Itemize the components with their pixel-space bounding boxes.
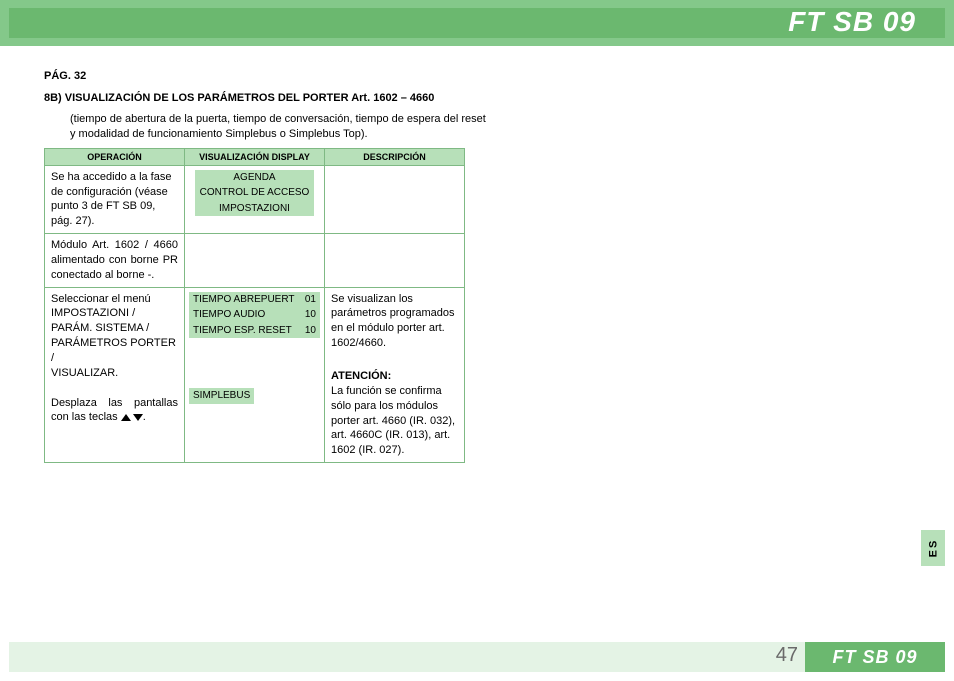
display-value: 10 [305,308,316,322]
display-row: TIEMPO ESP. RESET 10 [189,323,320,339]
desc-main: Se visualizan los parámetros programados… [331,293,455,350]
triangle-down-icon [133,414,143,421]
display-line: AGENDA [195,170,314,186]
display-value: 10 [305,324,316,338]
table-row: Seleccionar el menú IMPOSTAZIONI / PARÁM… [45,287,465,462]
section-title: 8B) VISUALIZACIÓN DE LOS PARÁMETROS DEL … [44,92,918,104]
display-box: TIEMPO ABREPUERT 01 TIEMPO AUDIO 10 TIEM… [189,292,320,404]
op-line: IMPOSTAZIONI / [51,307,135,319]
op-line: PARÁMETROS PORTER / [51,337,176,364]
triangle-up-icon [121,414,131,421]
col-header-descripcion: DESCRIPCIÓN [325,148,465,165]
table-header-row: OPERACIÓN VISUALIZACIÓN DISPLAY DESCRIPC… [45,148,465,165]
params-table: OPERACIÓN VISUALIZACIÓN DISPLAY DESCRIPC… [44,148,465,463]
language-tab: ES [921,530,945,566]
display-row: TIEMPO AUDIO 10 [189,307,320,323]
op-line: VISUALIZAR. [51,367,118,379]
cell-display: TIEMPO ABREPUERT 01 TIEMPO AUDIO 10 TIEM… [185,287,325,462]
cell-operacion: Se ha accedido a la fase de configuració… [45,165,185,233]
table-row: Se ha accedido a la fase de configuració… [45,165,465,233]
col-header-display: VISUALIZACIÓN DISPLAY [185,148,325,165]
table-row: Módulo Art. 1602 / 4660 alimentado con b… [45,234,465,288]
page: FT SB 09 PÁG. 32 8B) VISUALIZACIÓN DE LO… [0,0,954,681]
footer-code-box: FT SB 09 [805,642,945,672]
footer-band: 47 FT SB 09 [0,642,954,672]
cell-display: AGENDA CONTROL DE ACCESO IMPOSTAZIONI [185,165,325,233]
op-line: PARÁM. SISTEMA / [51,322,149,334]
display-value: 01 [305,293,316,307]
display-box: AGENDA CONTROL DE ACCESO IMPOSTAZIONI [195,170,314,217]
header-band: FT SB 09 [0,0,954,46]
op-tail-post: . [143,411,146,423]
intro-text: (tiempo de abertura de la puerta, tiempo… [70,112,490,142]
display-line: IMPOSTAZIONI [195,201,314,217]
content-area: PÁG. 32 8B) VISUALIZACIÓN DE LOS PARÁMET… [44,70,918,463]
footer-code: FT SB 09 [832,647,917,668]
desc-atencion: La función se confirma sólo para los mód… [331,385,455,456]
cell-descripcion: Se visualizan los parámetros programados… [325,287,465,462]
col-header-operacion: OPERACIÓN [45,148,185,165]
language-code: ES [927,539,939,558]
cell-descripcion [325,165,465,233]
display-line: CONTROL DE ACCESO [195,185,314,201]
cell-display [185,234,325,288]
header-title: FT SB 09 [788,6,916,38]
page-number: 47 [776,644,798,667]
cell-operacion: Seleccionar el menú IMPOSTAZIONI / PARÁM… [45,287,185,462]
cell-descripcion [325,234,465,288]
display-row: TIEMPO ABREPUERT 01 [189,292,320,308]
page-label: PÁG. 32 [44,70,918,82]
display-label: TIEMPO ABREPUERT [193,293,295,307]
cell-operacion: Módulo Art. 1602 / 4660 alimentado con b… [45,234,185,288]
display-simplebus: SIMPLEBUS [189,388,254,404]
display-label: TIEMPO AUDIO [193,308,265,322]
op-tail-pre: Desplaza las pantallas con las teclas [51,397,178,424]
op-line: Seleccionar el menú [51,293,151,305]
display-label: TIEMPO ESP. RESET [193,324,292,338]
atencion-label: ATENCIÓN: [331,369,458,384]
